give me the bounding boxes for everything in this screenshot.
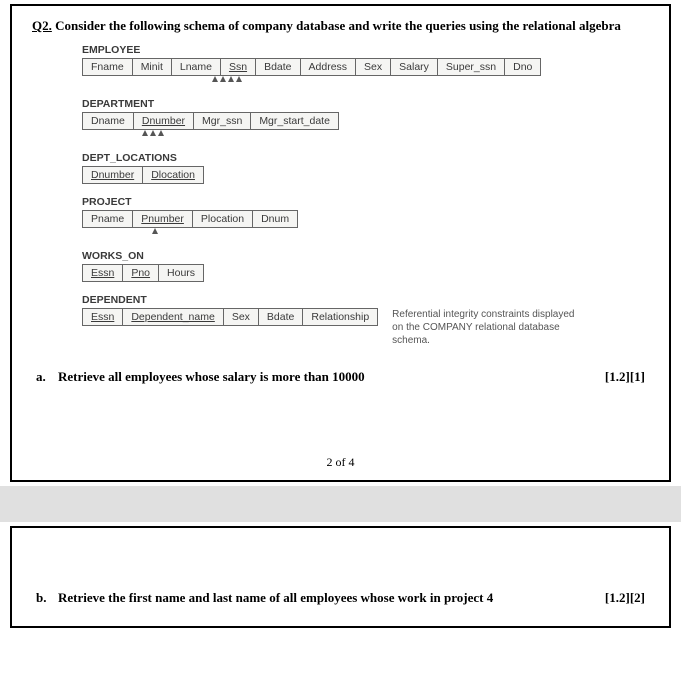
referential-integrity-note: Referential integrity constraints displa… xyxy=(392,308,582,347)
relation-employee: EMPLOYEE FnameMinitLnameSsnBdateAddressSe… xyxy=(82,44,649,86)
subquestion-b: b. Retrieve the first name and last name… xyxy=(32,590,649,606)
subq-b-letter: b. xyxy=(36,590,50,606)
relation-dept_locations: DEPT_LOCATIONS DnumberDlocation xyxy=(82,152,649,184)
subq-b-text: Retrieve the first name and last name of… xyxy=(58,590,493,606)
attribute-cell: Sex xyxy=(224,309,259,325)
attribute-row: EssnPnoHours xyxy=(82,264,204,282)
page-2: b. Retrieve the first name and last name… xyxy=(10,526,671,628)
subquestion-a: a. Retrieve all employees whose salary i… xyxy=(32,369,649,385)
dependent-row: EssnDependent_nameSexBdateRelationshipRe… xyxy=(82,308,649,347)
arrow-up-icon xyxy=(150,130,156,136)
attribute-row: PnamePnumberPlocationDnum xyxy=(82,210,298,228)
question-title: Q2. Consider the following schema of com… xyxy=(32,18,649,34)
relation-works_on: WORKS_ON EssnPnoHours xyxy=(82,250,649,282)
relation-name: EMPLOYEE xyxy=(82,44,649,56)
attribute-cell: Dnumber xyxy=(83,167,143,183)
arrow-up-icon xyxy=(220,76,226,82)
attribute-cell: Dnumber xyxy=(134,113,194,129)
attribute-cell: Lname xyxy=(172,59,221,75)
attribute-cell: Relationship xyxy=(303,309,377,325)
fk-arrows xyxy=(82,228,649,238)
fk-arrows xyxy=(82,76,649,86)
attribute-cell: Super_ssn xyxy=(438,59,505,75)
attribute-cell: Dnum xyxy=(253,211,297,227)
subq-a-letter: a. xyxy=(36,369,50,385)
attribute-cell: Pnumber xyxy=(133,211,193,227)
attribute-cell: Bdate xyxy=(256,59,300,75)
attribute-cell: Plocation xyxy=(193,211,253,227)
subq-a-text: Retrieve all employees whose salary is m… xyxy=(58,369,365,385)
arrow-up-icon xyxy=(228,76,234,82)
attribute-cell: Salary xyxy=(391,59,438,75)
attribute-cell: Dno xyxy=(505,59,540,75)
arrow-up-icon xyxy=(158,130,164,136)
relation-name: DEPT_LOCATIONS xyxy=(82,152,649,164)
attribute-row: EssnDependent_nameSexBdateRelationship xyxy=(82,308,378,326)
attribute-cell: Essn xyxy=(83,309,123,325)
attribute-cell: Pname xyxy=(83,211,133,227)
arrow-up-icon xyxy=(236,76,242,82)
subq-b-marks: [1.2][2] xyxy=(605,590,645,606)
attribute-cell: Hours xyxy=(159,265,203,281)
page-gap xyxy=(0,486,681,522)
arrow-up-icon xyxy=(212,76,218,82)
attribute-cell: Essn xyxy=(83,265,123,281)
attribute-cell: Bdate xyxy=(259,309,303,325)
relation-name: DEPENDENT xyxy=(82,294,649,306)
schema-diagram: EMPLOYEEFnameMinitLnameSsnBdateAddressSe… xyxy=(32,44,649,347)
relation-name: DEPARTMENT xyxy=(82,98,649,110)
fk-arrows xyxy=(82,130,649,140)
attribute-cell: Sex xyxy=(356,59,391,75)
attribute-cell: Fname xyxy=(83,59,133,75)
attribute-cell: Pno xyxy=(123,265,159,281)
arrow-up-icon xyxy=(152,228,158,234)
page-1: Q2. Consider the following schema of com… xyxy=(10,4,671,482)
attribute-row: DnumberDlocation xyxy=(82,166,204,184)
attribute-cell: Minit xyxy=(133,59,172,75)
attribute-cell: Ssn xyxy=(221,59,256,75)
relation-dependent: DEPENDENT EssnDependent_nameSexBdateRelat… xyxy=(82,294,649,347)
attribute-cell: Dlocation xyxy=(143,167,203,183)
subq-a-marks: [1.2][1] xyxy=(605,369,645,385)
question-text: Consider the following schema of company… xyxy=(55,18,621,33)
attribute-cell: Dependent_name xyxy=(123,309,223,325)
page-number: 2 of 4 xyxy=(32,455,649,470)
attribute-row: FnameMinitLnameSsnBdateAddressSexSalaryS… xyxy=(82,58,541,76)
attribute-cell: Mgr_ssn xyxy=(194,113,251,129)
arrow-up-icon xyxy=(142,130,148,136)
relation-name: WORKS_ON xyxy=(82,250,649,262)
relation-project: PROJECT PnamePnumberPlocationDnum xyxy=(82,196,649,238)
attribute-row: DnameDnumberMgr_ssnMgr_start_date xyxy=(82,112,339,130)
relation-name: PROJECT xyxy=(82,196,649,208)
question-number: Q2. xyxy=(32,18,52,33)
attribute-cell: Dname xyxy=(83,113,134,129)
relation-department: DEPARTMENT DnameDnumberMgr_ssnMgr_start_d… xyxy=(82,98,649,140)
attribute-cell: Address xyxy=(301,59,357,75)
attribute-cell: Mgr_start_date xyxy=(251,113,338,129)
